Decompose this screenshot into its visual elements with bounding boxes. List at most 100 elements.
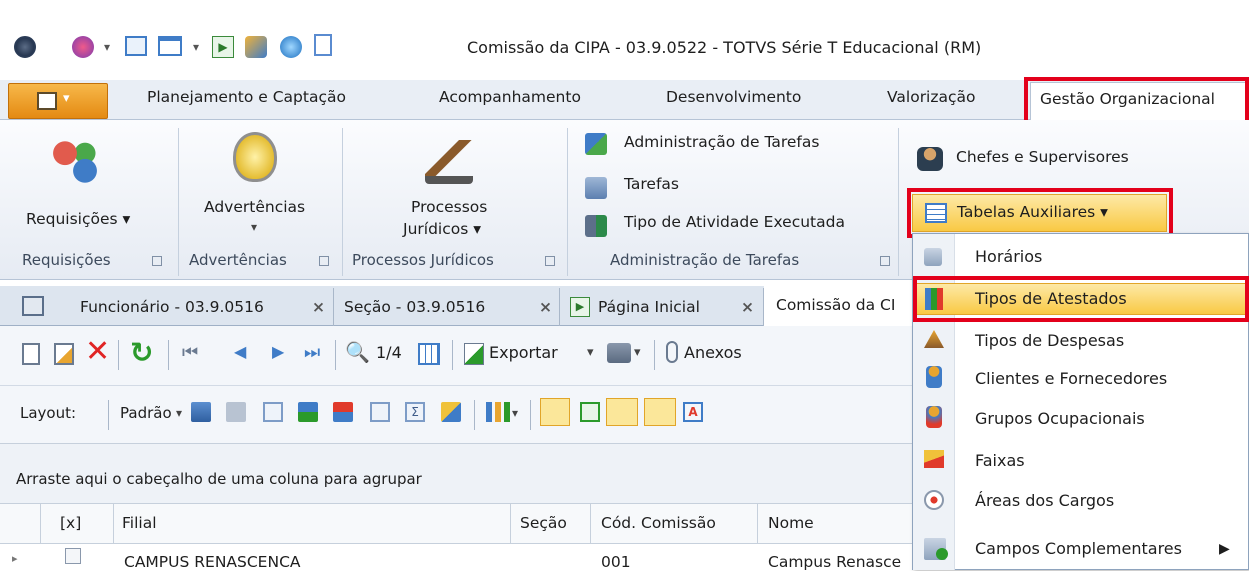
save-layout-icon[interactable] bbox=[191, 402, 211, 422]
tab-acompanhamento[interactable]: Acompanhamento bbox=[439, 88, 581, 106]
cell-cod-comissao: 001 bbox=[601, 553, 631, 571]
window-icon[interactable] bbox=[158, 36, 182, 56]
column-header-cod-comissao[interactable]: Cód. Comissão bbox=[601, 514, 716, 532]
move-down-icon[interactable] bbox=[298, 402, 318, 422]
column-header-nome[interactable]: Nome bbox=[768, 514, 814, 532]
column-header-secao[interactable]: Seção bbox=[520, 514, 567, 532]
chefes-supervisores-button[interactable]: Chefes e Supervisores bbox=[956, 148, 1129, 166]
cell-nome: Campus Renasce bbox=[768, 553, 902, 571]
highlight-box-tabelas bbox=[907, 188, 1173, 238]
dropdown-arrow-icon[interactable]: ▾ bbox=[193, 40, 199, 54]
move-up-icon[interactable] bbox=[333, 402, 353, 422]
paperclip-icon[interactable] bbox=[666, 341, 678, 363]
window-list-icon[interactable] bbox=[22, 296, 44, 316]
print-icon[interactable] bbox=[607, 343, 631, 363]
tasks-icon[interactable] bbox=[585, 177, 607, 199]
new-icon[interactable] bbox=[22, 343, 40, 365]
web-icon[interactable] bbox=[280, 36, 302, 58]
people-exchange-icon[interactable] bbox=[50, 140, 100, 184]
bar-chart-icon[interactable] bbox=[486, 402, 510, 422]
chevron-down-icon[interactable]: ▾ bbox=[587, 345, 594, 360]
menu-item-clientes-fornecedores[interactable]: Clientes e Fornecedores bbox=[975, 369, 1167, 388]
doc-tab-comissao[interactable]: Comissão da CI bbox=[764, 286, 914, 327]
grid-view-icon[interactable] bbox=[418, 343, 440, 365]
chevron-down-icon[interactable]: ▾ bbox=[251, 220, 257, 234]
tab-desenvolvimento[interactable]: Desenvolvimento bbox=[666, 88, 801, 106]
activity-type-icon[interactable] bbox=[585, 215, 607, 237]
filter-icon[interactable] bbox=[370, 402, 390, 422]
menu-item-tipos-despesas[interactable]: Tipos de Despesas bbox=[975, 331, 1124, 350]
dialog-launcher-icon[interactable] bbox=[152, 256, 162, 266]
dialog-launcher-icon[interactable] bbox=[319, 256, 329, 266]
window-restore-icon[interactable] bbox=[125, 36, 147, 56]
column-header-filial[interactable]: Filial bbox=[122, 514, 157, 532]
chevron-down-icon[interactable]: ▾ bbox=[176, 406, 182, 420]
doc-tab-pagina-inicial[interactable]: ▶ Página Inicial × bbox=[560, 288, 764, 326]
last-record-icon[interactable]: ⏭ bbox=[304, 342, 320, 363]
processos-line1[interactable]: Processos bbox=[411, 198, 487, 216]
close-icon[interactable]: × bbox=[741, 298, 754, 316]
separator bbox=[108, 400, 109, 430]
export-icon[interactable] bbox=[464, 343, 484, 365]
tipo-atividade-button[interactable]: Tipo de Atividade Executada bbox=[624, 213, 845, 231]
gavel-icon[interactable] bbox=[425, 140, 473, 184]
view-option-2-icon[interactable] bbox=[580, 402, 600, 422]
dropdown-arrow-icon[interactable]: ▾ bbox=[104, 40, 110, 54]
processos-juridicos-button[interactable]: Jurídicos ▾ bbox=[403, 220, 481, 238]
text-format-icon[interactable]: A bbox=[683, 402, 703, 422]
separator bbox=[530, 400, 531, 430]
doc-tab-funcionario[interactable]: Funcionário - 03.9.0516 × bbox=[70, 288, 334, 326]
menu-item-areas-cargos[interactable]: Áreas dos Cargos bbox=[975, 491, 1114, 510]
chevron-down-icon[interactable]: ▾ bbox=[512, 406, 518, 420]
group-label-advertencias: Advertências bbox=[189, 251, 287, 269]
next-record-icon[interactable]: ▶ bbox=[272, 342, 284, 361]
tab-planejamento[interactable]: Planejamento e Captação bbox=[147, 88, 346, 106]
chevron-down-icon[interactable]: ▾ bbox=[634, 345, 641, 360]
warning-shield-icon[interactable] bbox=[233, 132, 277, 182]
padrao-dropdown[interactable]: Padrão bbox=[120, 404, 172, 422]
row-checkbox[interactable] bbox=[65, 548, 81, 564]
application-menu-button[interactable]: ▾ bbox=[8, 83, 108, 119]
view-option-4-icon[interactable] bbox=[644, 398, 676, 426]
advertencias-button[interactable]: Advertências bbox=[204, 198, 305, 216]
import-layout-icon[interactable] bbox=[441, 402, 461, 422]
tarefas-button[interactable]: Tarefas bbox=[624, 175, 679, 193]
find-icon[interactable]: 🔍 bbox=[345, 340, 370, 364]
tools-icon[interactable] bbox=[245, 36, 267, 58]
menu-item-faixas[interactable]: Faixas bbox=[975, 451, 1025, 470]
dialog-launcher-icon[interactable] bbox=[545, 256, 555, 266]
anexos-button[interactable]: Anexos bbox=[684, 343, 742, 362]
task-admin-icon[interactable] bbox=[585, 133, 607, 155]
delete-icon[interactable]: ✕ bbox=[85, 336, 110, 368]
menu-item-grupos-ocupacionais[interactable]: Grupos Ocupacionais bbox=[975, 409, 1145, 428]
forward-icon[interactable]: ▶ bbox=[212, 36, 234, 58]
copy-icon[interactable] bbox=[314, 34, 332, 56]
submenu-arrow-icon[interactable]: ▶ bbox=[1219, 541, 1230, 557]
supervisor-icon[interactable] bbox=[917, 147, 943, 171]
app-orb-icon[interactable] bbox=[14, 36, 36, 58]
requisicoes-button[interactable]: Requisições ▾ bbox=[26, 210, 130, 228]
layout-disabled-icon[interactable] bbox=[226, 402, 246, 422]
separator bbox=[168, 340, 169, 370]
globe-config-icon[interactable] bbox=[72, 36, 94, 58]
menu-item-horarios[interactable]: Horários bbox=[975, 247, 1042, 266]
sum-icon[interactable]: Σ bbox=[405, 402, 425, 422]
close-icon[interactable]: × bbox=[312, 298, 325, 316]
refresh-icon[interactable]: ↻ bbox=[130, 337, 153, 369]
tab-valorizacao[interactable]: Valorização bbox=[887, 88, 976, 106]
page-counter: 1/4 bbox=[376, 343, 402, 362]
view-option-1-icon[interactable] bbox=[540, 398, 570, 426]
dialog-launcher-icon[interactable] bbox=[880, 256, 890, 266]
view-option-3-icon[interactable] bbox=[606, 398, 638, 426]
ranges-icon bbox=[924, 450, 944, 468]
previous-record-icon[interactable]: ◀ bbox=[234, 342, 246, 361]
columns-icon[interactable] bbox=[263, 402, 283, 422]
first-record-icon[interactable]: ⏮ bbox=[182, 342, 198, 363]
column-header-select[interactable]: [x] bbox=[60, 514, 81, 532]
menu-item-campos-complementares[interactable]: Campos Complementares bbox=[975, 539, 1182, 558]
edit-icon[interactable] bbox=[54, 343, 74, 365]
close-icon[interactable]: × bbox=[539, 298, 552, 316]
doc-tab-secao[interactable]: Seção - 03.9.0516 × bbox=[334, 288, 560, 326]
exportar-button[interactable]: Exportar bbox=[489, 343, 558, 362]
administracao-tarefas-button[interactable]: Administração de Tarefas bbox=[624, 133, 819, 151]
